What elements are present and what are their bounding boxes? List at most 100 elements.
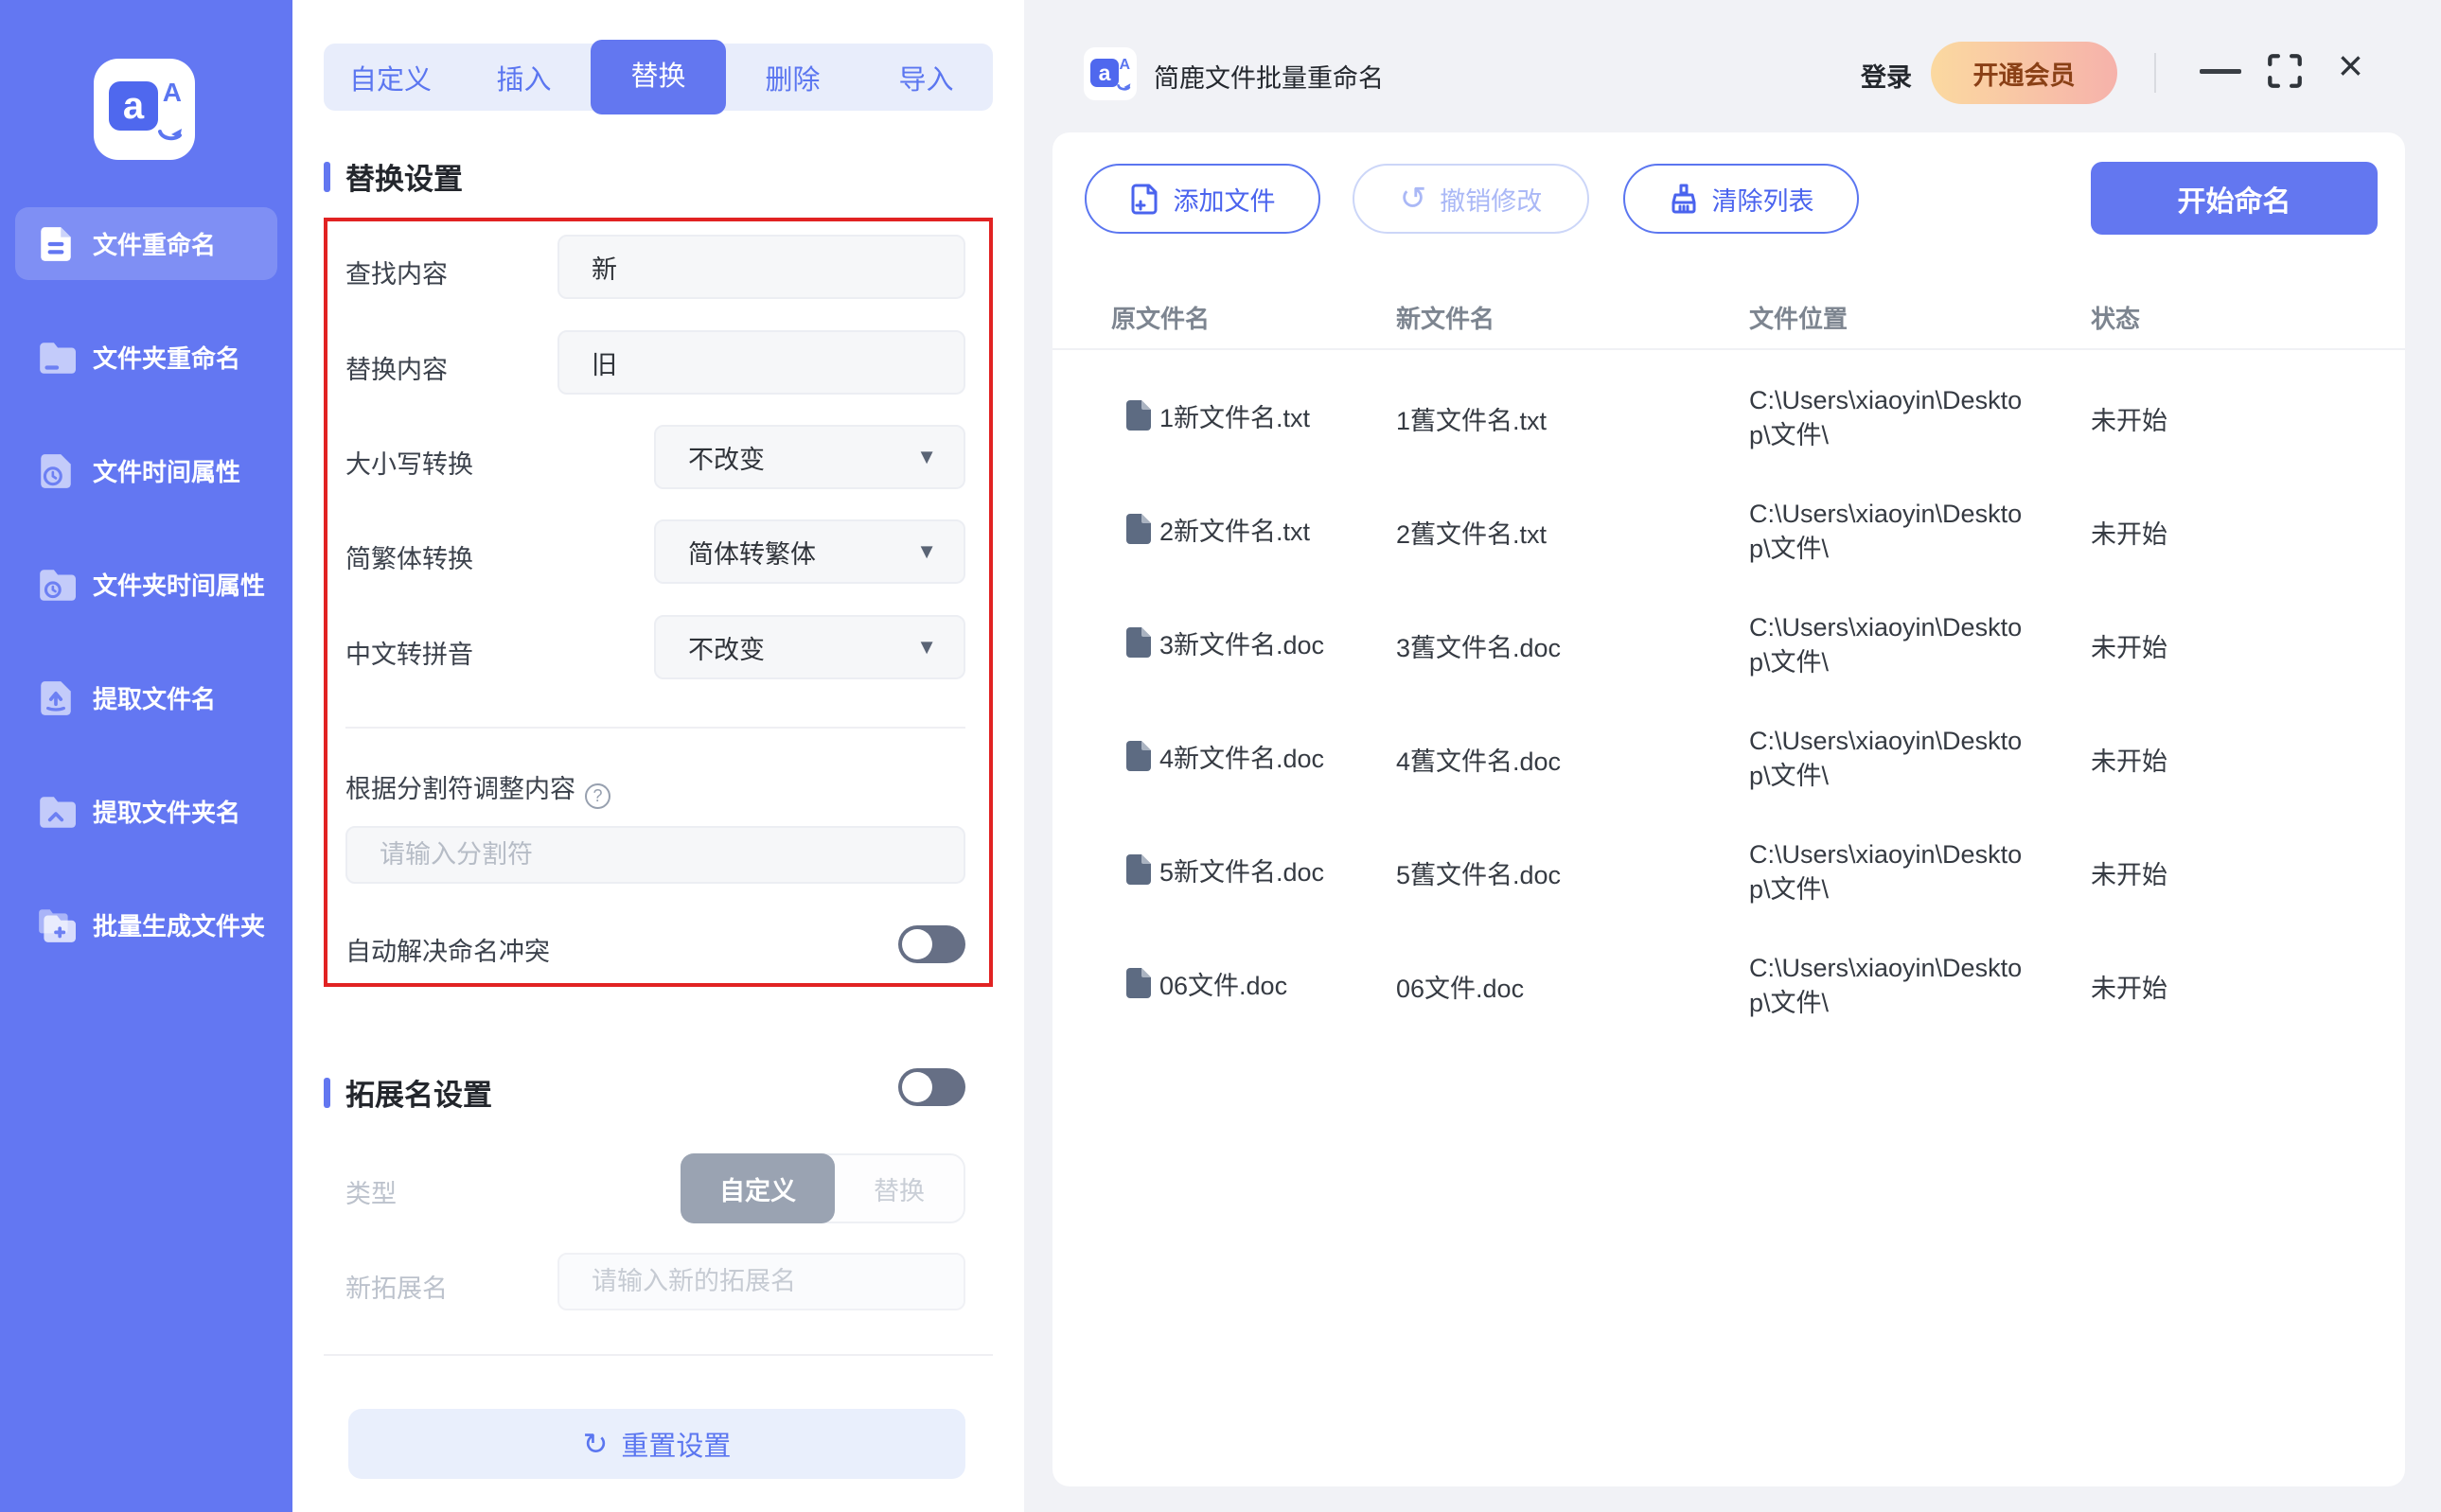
file-icon: [1126, 854, 1151, 885]
toggle-knob: [902, 1072, 932, 1102]
chevron-down-icon: ▼: [916, 445, 937, 469]
separator-input[interactable]: [345, 826, 965, 884]
file-icon: [1126, 514, 1151, 544]
vip-button[interactable]: 开通会员: [1931, 42, 2117, 104]
sidebar-item-file-time[interactable]: 文件时间属性: [15, 434, 277, 507]
settings-panel: 自定义 插入 替换 删除 导入 替换设置 查找内容 替换内容 大小写转换 不改变…: [292, 0, 1024, 1512]
status-label: 未开始: [2091, 400, 2377, 437]
logo-arrow-icon: [157, 126, 186, 145]
help-icon[interactable]: ?: [585, 783, 610, 809]
app-logo: a A: [94, 59, 195, 160]
sidebar-item-file-rename[interactable]: 文件重命名: [15, 207, 277, 280]
conflict-label: 自动解决命名冲突: [345, 931, 550, 968]
login-button[interactable]: 登录: [1861, 57, 1912, 94]
clear-list-button[interactable]: 清除列表: [1623, 164, 1859, 234]
new-filename: 2舊文件名.txt: [1396, 514, 1749, 551]
sidebar-item-batch-create-folder[interactable]: 批量生成文件夹: [15, 888, 277, 961]
sidebar-item-folder-time[interactable]: 文件夹时间属性: [15, 548, 277, 621]
logo-a-icon: a: [109, 81, 158, 131]
table-row: 1新文件名.txt 1舊文件名.txt C:\Users\xiaoyin\Des…: [1126, 361, 2377, 475]
column-header-new-name: 新文件名: [1396, 300, 1749, 335]
new-filename: 5舊文件名.doc: [1396, 854, 1749, 891]
chevron-down-icon: ▼: [916, 539, 937, 564]
status-label: 未开始: [2091, 968, 2377, 1005]
logo-A-icon: A: [163, 78, 182, 108]
sidebar-item-label: 提取文件名: [93, 680, 216, 715]
file-icon: [1126, 627, 1151, 658]
close-button[interactable]: ×: [2338, 44, 2363, 87]
sidebar-item-extract-filename[interactable]: 提取文件名: [15, 661, 277, 734]
new-extension-input[interactable]: [557, 1253, 965, 1310]
extension-toggle[interactable]: [898, 1068, 965, 1106]
start-rename-button[interactable]: 开始命名: [2091, 162, 2378, 235]
titlebar-divider: [2154, 53, 2156, 93]
file-path: C:\Users\xiaoyin\Desktop\文件\: [1749, 724, 2033, 794]
replace-input[interactable]: [557, 330, 965, 395]
new-filename: 06文件.doc: [1396, 968, 1749, 1005]
file-path: C:\Users\xiaoyin\Desktop\文件\: [1749, 951, 2033, 1021]
status-label: 未开始: [2091, 854, 2377, 891]
conflict-toggle[interactable]: [898, 925, 965, 963]
file-list-card: 添加文件 ↺ 撤销修改 清除列表 开始命名 原文件名 新文件名 文件位置 状态: [1052, 132, 2405, 1486]
old-filename: 06文件.doc: [1159, 969, 1287, 1004]
section-accent-bar: [324, 162, 330, 192]
old-filename: 1新文件名.txt: [1159, 401, 1310, 436]
tab-custom[interactable]: 自定义: [324, 58, 457, 97]
minimize-button[interactable]: [2200, 69, 2241, 74]
file-path: C:\Users\xiaoyin\Desktop\文件\: [1749, 497, 2033, 567]
titlebar-app-logo: a A: [1084, 47, 1137, 100]
sidebar-item-label: 文件夹重命名: [93, 340, 240, 375]
reset-settings-button[interactable]: ↻ 重置设置: [348, 1409, 965, 1479]
status-label: 未开始: [2091, 514, 2377, 551]
folder-time-icon: [36, 565, 76, 605]
tab-import[interactable]: 导入: [859, 58, 993, 97]
divider: [345, 727, 965, 729]
column-header-path: 文件位置: [1749, 300, 2091, 335]
sidebar-item-extract-foldername[interactable]: 提取文件夹名: [15, 775, 277, 848]
undo-button[interactable]: ↺ 撤销修改: [1353, 164, 1589, 234]
status-label: 未开始: [2091, 627, 2377, 664]
case-convert-select[interactable]: 不改变 ▼: [654, 425, 965, 489]
column-header-status: 状态: [2091, 300, 2377, 335]
zh-convert-label: 简繁体转换: [345, 538, 473, 575]
refresh-icon: ↻: [583, 1426, 609, 1462]
mode-tabbar: 自定义 插入 替换 删除 导入: [324, 44, 993, 111]
extract-foldername-icon: [36, 792, 76, 832]
divider: [324, 1354, 993, 1356]
tab-delete[interactable]: 删除: [726, 58, 859, 97]
pinyin-convert-label: 中文转拼音: [345, 634, 473, 671]
new-filename: 1舊文件名.txt: [1396, 400, 1749, 437]
replace-settings-title: 替换设置: [324, 155, 463, 198]
sidebar-item-label: 文件重命名: [93, 226, 216, 261]
chevron-down-icon: ▼: [916, 635, 937, 659]
file-icon: [1126, 400, 1151, 431]
file-path: C:\Users\xiaoyin\Desktop\文件\: [1749, 837, 2033, 907]
table-header-divider: [1052, 348, 2405, 350]
add-files-button[interactable]: 添加文件: [1085, 164, 1320, 234]
new-extension-label: 新拓展名: [345, 1268, 448, 1305]
old-filename: 5新文件名.doc: [1159, 855, 1324, 890]
table-row: 3新文件名.doc 3舊文件名.doc C:\Users\xiaoyin\Des…: [1126, 589, 2377, 702]
maximize-button[interactable]: [2266, 52, 2304, 90]
broom-icon: [1669, 183, 1699, 215]
file-rename-icon: [36, 224, 76, 264]
status-label: 未开始: [2091, 741, 2377, 778]
tab-insert[interactable]: 插入: [457, 58, 591, 97]
find-input[interactable]: [557, 235, 965, 299]
sidebar-item-label: 批量生成文件夹: [93, 907, 265, 942]
segment-option-custom[interactable]: 自定义: [681, 1153, 835, 1223]
find-label: 查找内容: [345, 254, 448, 290]
segment-option-replace[interactable]: 替换: [835, 1155, 964, 1222]
extension-settings-title: 拓展名设置: [324, 1071, 492, 1114]
pinyin-convert-select[interactable]: 不改变 ▼: [654, 615, 965, 679]
extract-filename-icon: [36, 678, 76, 718]
zh-convert-select[interactable]: 简体转繁体 ▼: [654, 519, 965, 584]
sidebar-item-label: 提取文件夹名: [93, 794, 240, 829]
main-panel: a A 简鹿文件批量重命名 登录 开通会员 × 添加文件 ↺ 撤销修改: [1024, 0, 2441, 1512]
new-filename: 4舊文件名.doc: [1396, 741, 1749, 778]
file-time-icon: [36, 451, 76, 491]
sidebar-item-folder-rename[interactable]: 文件夹重命名: [15, 321, 277, 394]
sidebar-menu: 文件重命名 文件夹重命名 文件时间属性 文件夹时间属性: [15, 207, 277, 961]
tab-replace[interactable]: 替换: [591, 40, 726, 114]
file-icon: [1126, 741, 1151, 771]
